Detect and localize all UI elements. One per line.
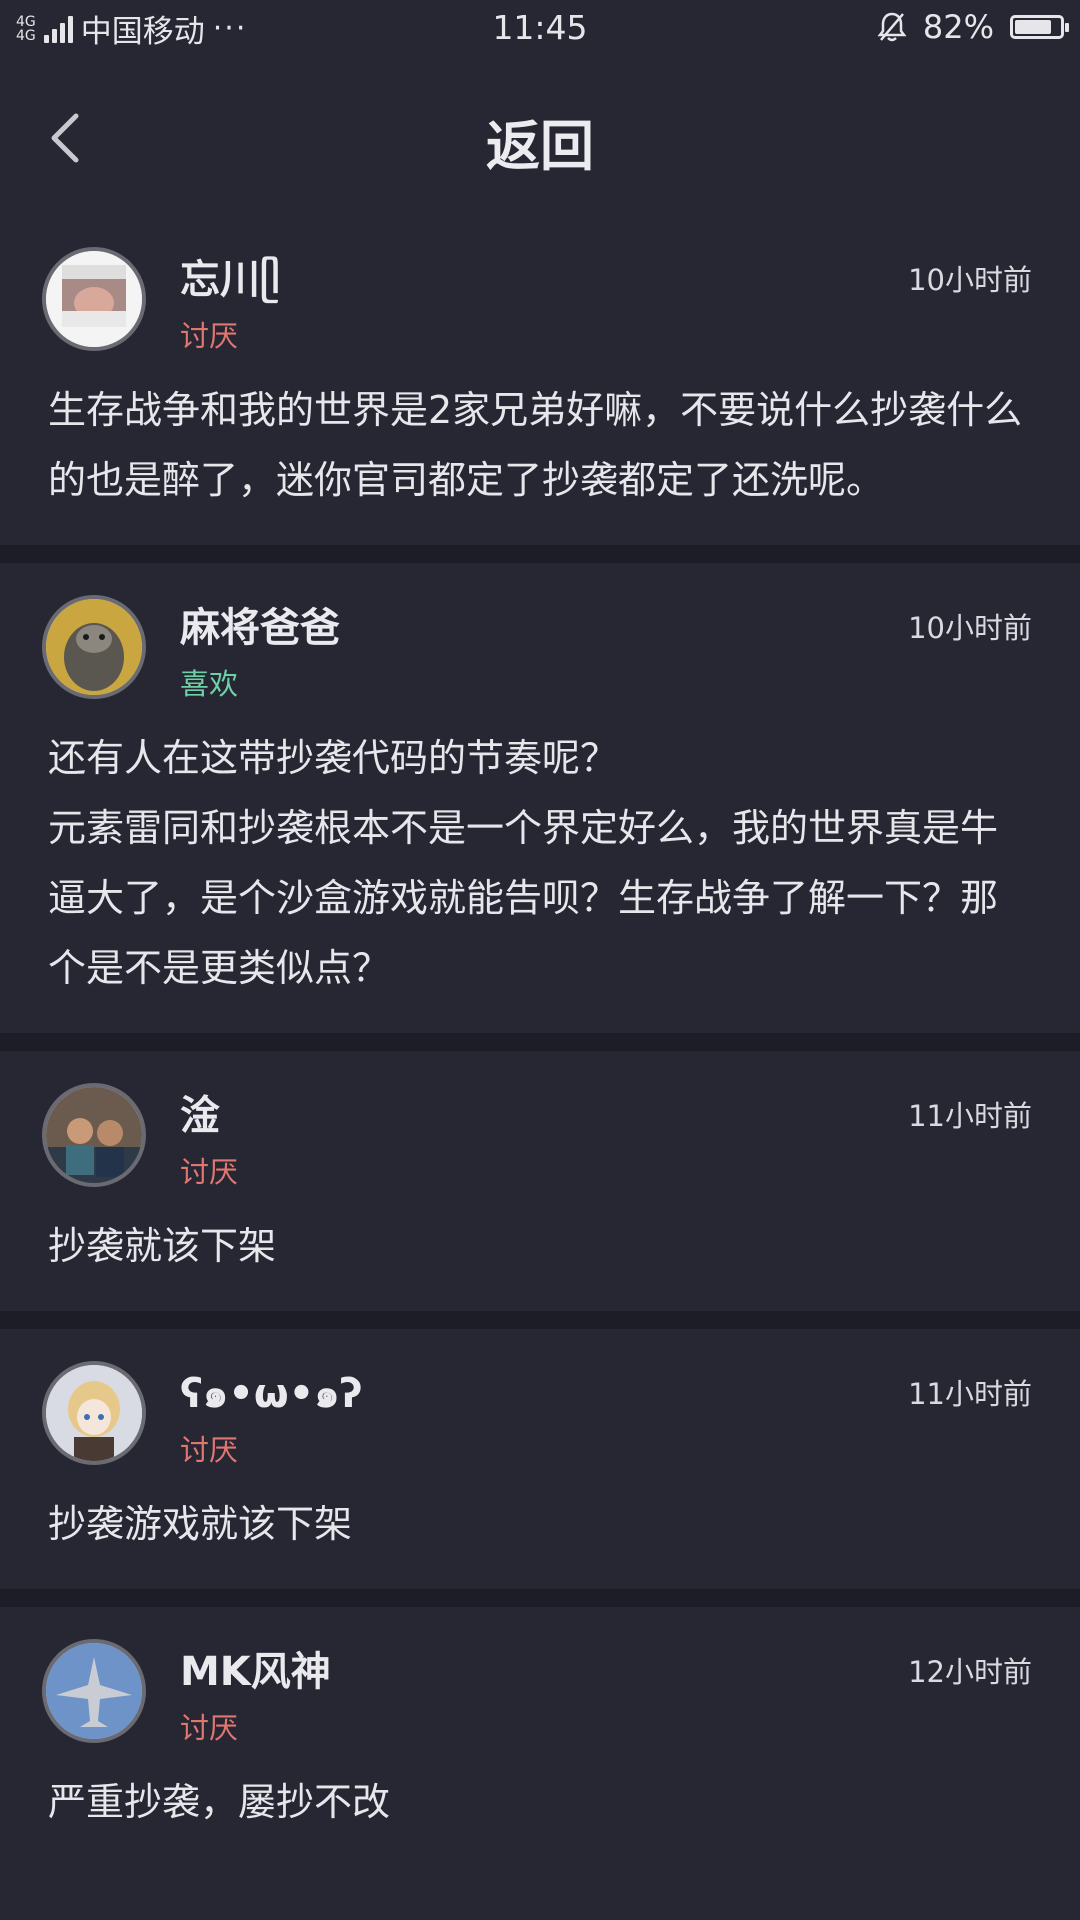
comment-item[interactable]: 麻将爸爸 喜欢 10小时前 还有人在这带抄袭代码的节奏呢？ 元素雷同和抄袭根本不… (0, 563, 1080, 1033)
rating-tag: 讨厌 (180, 1155, 239, 1189)
timestamp: 11小时前 (908, 1377, 1032, 1411)
nav-bar: 返回 (0, 80, 1080, 190)
bell-muted-icon (877, 12, 907, 42)
back-title[interactable]: 返回 (0, 102, 1080, 181)
rating-tag: 讨厌 (180, 1433, 239, 1467)
timestamp: 12小时前 (908, 1655, 1032, 1689)
avatar[interactable] (42, 595, 146, 699)
divider (0, 1311, 1080, 1329)
battery-fill (1015, 20, 1051, 34)
rating-tag: 讨厌 (180, 1711, 239, 1745)
rating-tag: 讨厌 (180, 319, 239, 353)
comment-text: 抄袭就该下架 (48, 1224, 277, 1268)
comment-item[interactable]: ʕ๑•ω•๑ʔ 讨厌 11小时前 抄袭游戏就该下架 (0, 1329, 1080, 1589)
timestamp: 10小时前 (908, 263, 1032, 297)
comment-item[interactable]: 忘川ᥫ 讨厌 10小时前 生存战争和我的世界是2家兄弟好嘛，不要说什么抄袭什么的… (0, 215, 1080, 545)
comment-text: 生存战争和我的世界是2家兄弟好嘛，不要说什么抄袭什么的也是醉了，迷你官司都定了抄… (48, 388, 1023, 502)
status-bar: 4G 4G 中国移动 ··· 11:45 82% (0, 0, 1080, 56)
avatar[interactable] (42, 1083, 146, 1187)
battery-percent: 82% (922, 8, 994, 46)
timestamp: 11小时前 (908, 1099, 1032, 1133)
status-right: 82% (877, 8, 1069, 46)
avatar[interactable] (42, 247, 146, 351)
username[interactable]: 淦 (180, 1083, 220, 1141)
comment-item[interactable]: 淦 讨厌 11小时前 抄袭就该下架 (0, 1051, 1080, 1311)
comment-list: 忘川ᥫ 讨厌 10小时前 生存战争和我的世界是2家兄弟好嘛，不要说什么抄袭什么的… (0, 215, 1080, 1867)
username[interactable]: ʕ๑•ω•๑ʔ (180, 1361, 363, 1425)
divider (0, 1033, 1080, 1051)
divider (0, 1589, 1080, 1607)
timestamp: 10小时前 (908, 611, 1032, 645)
comment-item[interactable]: MK风神 讨厌 12小时前 严重抄袭，屡抄不改 (0, 1607, 1080, 1867)
battery-icon (1010, 15, 1069, 39)
username[interactable]: 麻将爸爸 (180, 595, 340, 653)
avatar[interactable] (42, 1361, 146, 1465)
divider (0, 545, 1080, 563)
avatar[interactable] (42, 1639, 146, 1743)
comment-text: 抄袭游戏就该下架 (48, 1502, 353, 1546)
username[interactable]: 忘川ᥫ (180, 247, 280, 305)
username[interactable]: MK风神 (180, 1639, 331, 1697)
comment-text: 还有人在这带抄袭代码的节奏呢？ 元素雷同和抄袭根本不是一个界定好么，我的世界真是… (48, 736, 999, 990)
rating-tag: 喜欢 (180, 667, 239, 701)
comment-text: 严重抄袭，屡抄不改 (48, 1780, 391, 1824)
